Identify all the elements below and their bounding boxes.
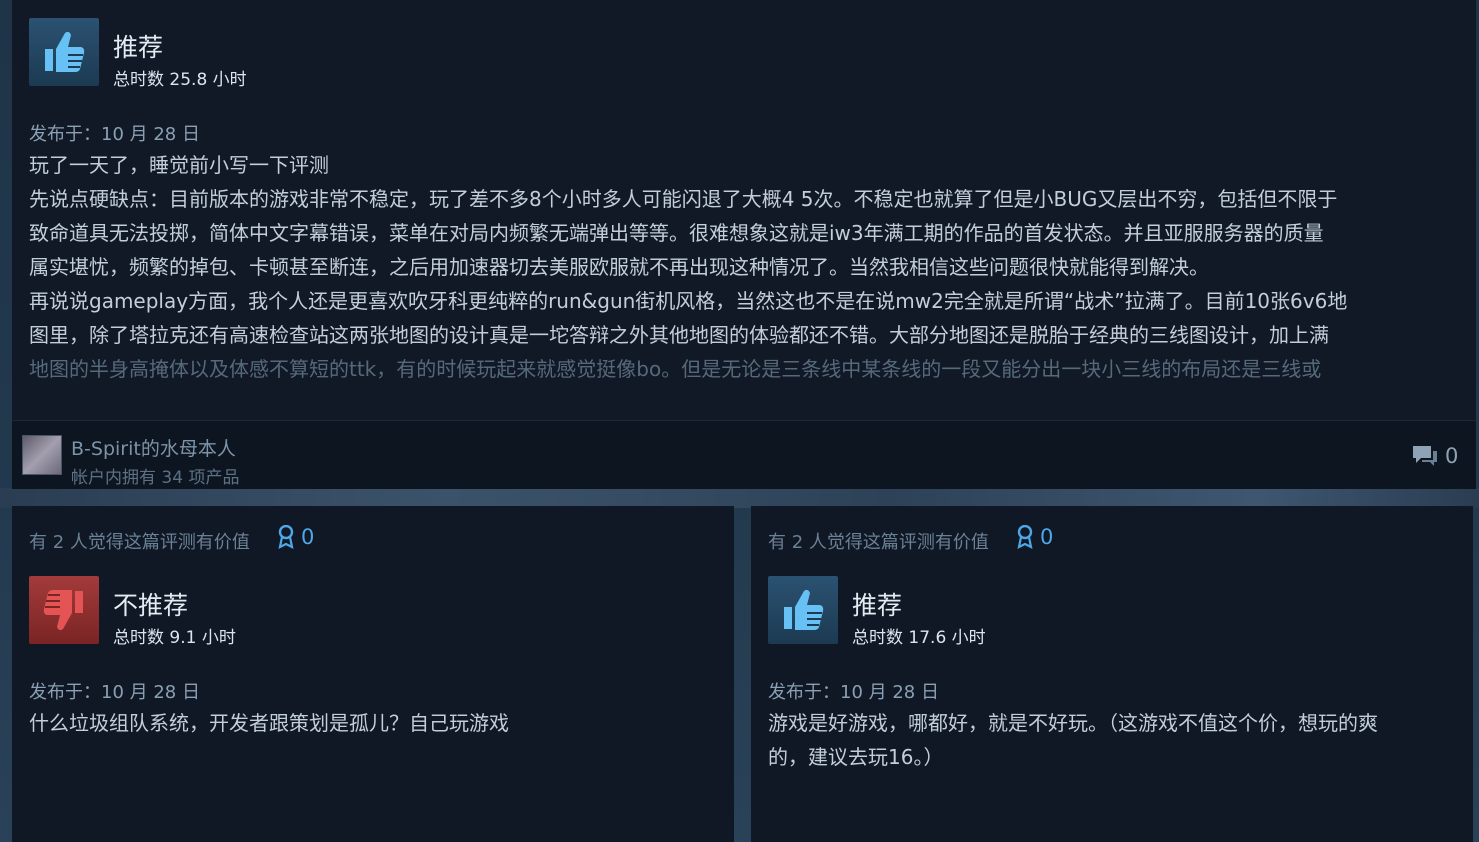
review-hours: 总时数 25.8 小时 xyxy=(113,70,247,90)
review-body[interactable]: 游戏是好游戏，哪都好，就是不好玩。（这游戏不值这个价，想玩的爽 的，建议去玩16… xyxy=(768,706,1458,774)
review-posted-date: 发布于：10 月 28 日 xyxy=(768,682,939,703)
review-body-line: 的，建议去玩16。） xyxy=(768,745,944,769)
review-hours: 总时数 9.1 小时 xyxy=(113,628,236,648)
comment-count-button[interactable]: 0 xyxy=(1411,443,1458,469)
review-body-line: 游戏是好游戏，哪都好，就是不好玩。（这游戏不值这个价，想玩的爽 xyxy=(768,711,1378,735)
review-body-line: 再说说gameplay方面，我个人还是更喜欢吹牙科更纯粹的run&gun街机风格… xyxy=(29,289,1348,313)
review-body[interactable]: 玩了一天了，睡觉前小写一下评测 先说点硬缺点：目前版本的游戏非常不稳定，玩了差不… xyxy=(29,148,1469,386)
review-body[interactable]: 什么垃圾组队系统，开发者跟策划是孤儿？自己玩游戏 xyxy=(29,706,719,740)
review-posted-date: 发布于：10 月 28 日 xyxy=(29,124,200,145)
review-author-bar: B-Spirit的水母本人 帐户内拥有 34 项产品 0 xyxy=(12,420,1476,489)
review-card-top: 推荐 总时数 25.8 小时 发布于：10 月 28 日 玩了一天了，睡觉前小写… xyxy=(12,0,1476,420)
review-hours: 总时数 17.6 小时 xyxy=(852,628,986,648)
review-body-line: 致命道具无法投掷，简体中文字幕错误，菜单在对局内频繁无端弹出等等。很难想象这就是… xyxy=(29,221,1324,245)
review-card-left: 有 2 人觉得这篇评测有价值 0 不推荐 总时数 9.1 小时 发布于：10 月… xyxy=(12,506,734,842)
helpful-count: 有 2 人觉得这篇评测有价值 xyxy=(768,532,989,553)
review-verdict: 不推荐 xyxy=(113,591,189,620)
review-body-line-faded: 地图的半身高掩体以及体感不算短的ttk，有的时候玩起来就感觉挺像bo。但是无论是… xyxy=(29,357,1322,381)
thumbs-up-icon xyxy=(768,576,838,644)
award-count: 0 xyxy=(1040,525,1054,549)
review-verdict: 推荐 xyxy=(852,591,903,620)
review-body-line: 属实堪忧，频繁的掉包、卡顿甚至断连，之后用加速器切去美服欧服就不再出现这种情况了… xyxy=(29,255,1209,279)
review-body-line: 图里，除了塔拉克还有高速检查站这两张地图的设计真是一坨答辩之外其他地图的体验都还… xyxy=(29,323,1329,347)
thumbs-down-icon xyxy=(29,576,99,644)
award-button[interactable]: 0 xyxy=(277,525,314,549)
helpful-count: 有 2 人觉得这篇评测有价值 xyxy=(29,532,250,553)
review-body-line: 什么垃圾组队系统，开发者跟策划是孤儿？自己玩游戏 xyxy=(29,711,509,735)
award-ribbon-icon xyxy=(278,525,294,549)
review-verdict: 推荐 xyxy=(113,33,164,62)
comment-bubble-icon xyxy=(1413,446,1437,466)
review-posted-date: 发布于：10 月 28 日 xyxy=(29,682,200,703)
award-button[interactable]: 0 xyxy=(1016,525,1053,549)
background-strip xyxy=(0,488,1479,508)
comment-count: 0 xyxy=(1445,444,1459,468)
award-ribbon-icon xyxy=(1017,525,1033,549)
review-body-line: 玩了一天了，睡觉前小写一下评测 xyxy=(29,153,329,177)
thumbs-up-icon xyxy=(29,18,99,86)
author-name[interactable]: B-Spirit的水母本人 xyxy=(71,434,236,461)
avatar[interactable] xyxy=(22,435,62,475)
award-count: 0 xyxy=(301,525,315,549)
review-body-line: 先说点硬缺点：目前版本的游戏非常不稳定，玩了差不多8个小时多人可能闪退了大概4 … xyxy=(29,187,1338,211)
author-games-count[interactable]: 帐户内拥有 34 项产品 xyxy=(71,463,239,488)
review-card-right: 有 2 人觉得这篇评测有价值 0 推荐 总时数 17.6 小时 发布于：10 月… xyxy=(751,506,1473,842)
